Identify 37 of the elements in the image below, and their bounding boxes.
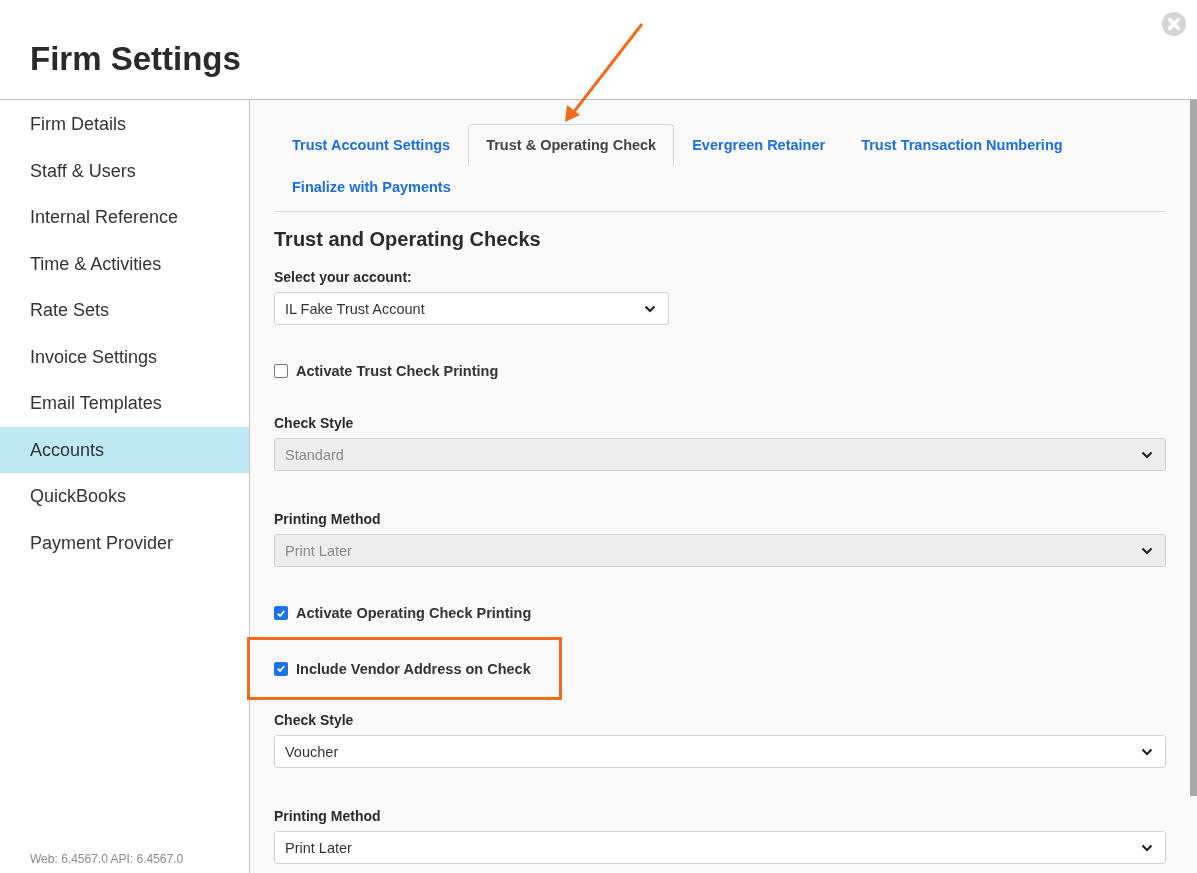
checkbox[interactable] <box>274 364 288 378</box>
field-label: Check Style <box>274 712 355 728</box>
checkbox-label: Include Vendor Address on Check <box>296 660 531 677</box>
checkbox[interactable] <box>274 606 288 620</box>
chevron-down-icon <box>1141 747 1153 756</box>
sidebar-item[interactable]: Invoice Settings <box>0 333 249 380</box>
section-title: Trust and Operating Checks <box>274 228 542 251</box>
dialog-title: Firm Settings <box>30 40 241 78</box>
chevron-down-icon <box>644 304 656 313</box>
checkbox-label: Activate Trust Check Printing <box>296 363 499 379</box>
sidebar-item[interactable]: QuickBooks <box>0 473 249 520</box>
field-label: Select your account: <box>274 269 413 285</box>
field-label: Printing Method <box>274 808 382 824</box>
sidebar-item[interactable]: Firm Details <box>0 101 249 148</box>
sidebar-item[interactable]: Time & Activities <box>0 240 249 287</box>
sidebar-item[interactable]: Staff & Users <box>0 147 249 194</box>
checkbox-label: Activate Operating Check Printing <box>296 605 532 621</box>
version-text: Web: 6.4567.0 API: 6.4567.0 <box>29 852 185 868</box>
field-label: Check Style <box>274 415 355 431</box>
sidebar-item[interactable]: Accounts <box>0 426 249 473</box>
chevron-down-icon <box>1141 843 1153 852</box>
tab[interactable]: Finalize with Payments <box>274 166 469 208</box>
sidebar-item[interactable]: Email Templates <box>0 380 249 427</box>
tab[interactable]: Evergreen Retainer <box>674 124 844 166</box>
field-label: Printing Method <box>274 511 382 527</box>
sidebar-item[interactable]: Internal Reference <box>0 194 249 241</box>
sidebar-item[interactable]: Rate Sets <box>0 287 249 334</box>
tab[interactable]: Trust Account Settings <box>274 124 469 166</box>
dropdown[interactable]: Voucher <box>274 735 1166 768</box>
chevron-down-icon <box>1141 450 1153 459</box>
checkbox[interactable] <box>274 661 288 676</box>
dropdown[interactable]: IL Fake Trust Account <box>274 292 669 325</box>
dropdown[interactable]: Print Later <box>274 831 1166 864</box>
sidebar-item[interactable]: Payment Provider <box>0 519 249 566</box>
chevron-down-icon <box>1141 546 1153 555</box>
scrollbar[interactable] <box>1190 100 1197 796</box>
tab[interactable]: Trust Transaction Numbering <box>843 124 1081 166</box>
